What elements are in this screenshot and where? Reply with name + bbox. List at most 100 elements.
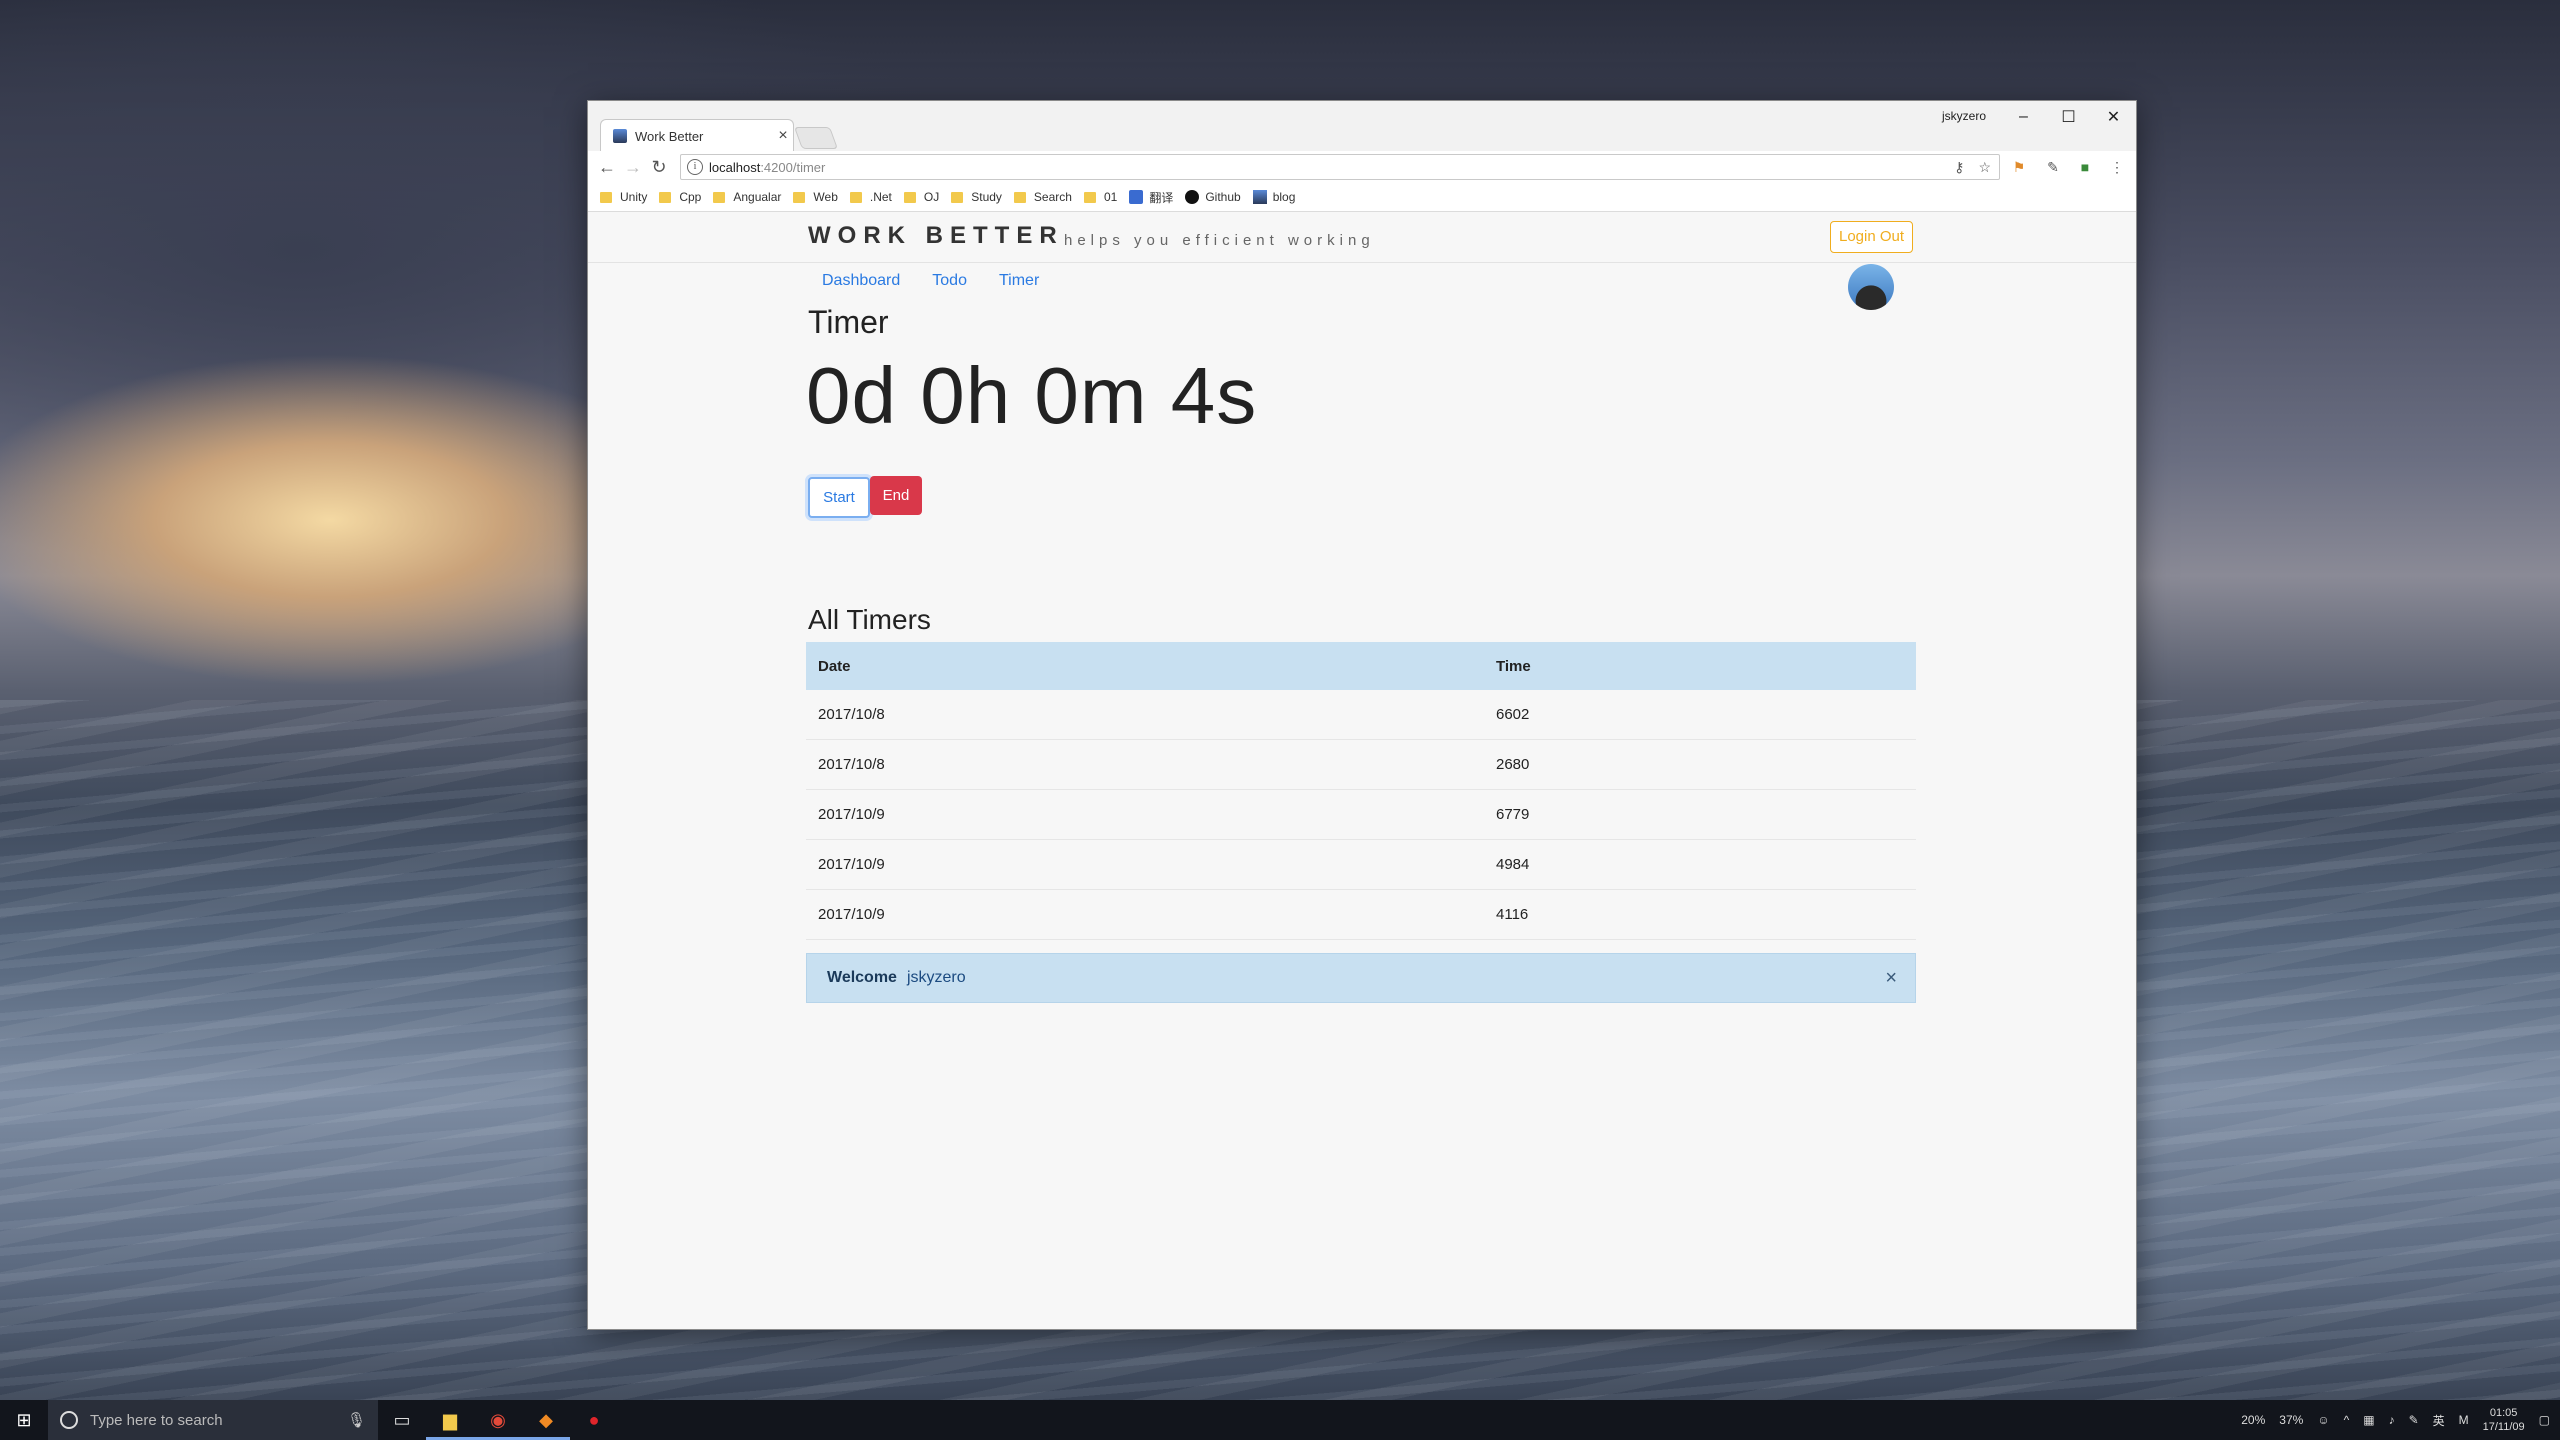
bookmark-label: Cpp	[679, 190, 702, 204]
app-header: WORK BETTER helps you efficient working …	[588, 212, 2136, 263]
people-icon[interactable]: ☺	[2317, 1413, 2329, 1427]
bookmark-search[interactable]: Search	[1013, 190, 1072, 204]
column-header-time: Time	[1496, 657, 1531, 675]
folder-icon	[1013, 191, 1026, 203]
volume-icon[interactable]: ♪	[2389, 1413, 2395, 1427]
system-clock[interactable]: 01:05 17/11/09	[2483, 1406, 2525, 1434]
bookmark-unity[interactable]: Unity	[600, 190, 647, 204]
bookmark-label: OJ	[923, 190, 940, 204]
folder-icon	[793, 191, 806, 203]
bookmark-label: Search	[1033, 190, 1072, 204]
bookmark-web[interactable]: Web	[793, 190, 838, 204]
welcome-alert: Welcome jskyzero ×	[806, 953, 1916, 1003]
avatar[interactable]	[1848, 264, 1894, 310]
ime-icon[interactable]: 英	[2433, 1412, 2445, 1429]
nav-timer[interactable]: Timer	[999, 272, 1039, 290]
bookmark-github[interactable]: Github	[1185, 190, 1241, 204]
chrome-icon[interactable]: ◉	[474, 1400, 522, 1440]
bookmark-label: Unity	[620, 190, 648, 204]
bookmark-label: Angualar	[733, 190, 782, 204]
folder-icon	[600, 191, 612, 203]
info-icon[interactable]: i	[687, 159, 703, 175]
table-header: Date Time	[806, 642, 1916, 690]
search-placeholder: Type here to search	[90, 1411, 223, 1429]
folder-icon	[903, 191, 916, 203]
table-row: 2017/10/8 6602	[806, 690, 1916, 740]
bookmark-translate[interactable]: 翻译	[1129, 189, 1173, 206]
cell-time: 4116	[1496, 906, 1529, 923]
url-path: :4200/timer	[760, 159, 826, 175]
menu-icon[interactable]: ⋮	[2108, 158, 2126, 176]
star-icon[interactable]: ☆	[1978, 159, 1991, 176]
back-icon[interactable]: ←	[594, 157, 620, 178]
start-button[interactable]: Start	[808, 477, 870, 518]
reload-icon[interactable]: ↻	[646, 157, 672, 178]
cell-date: 2017/10/9	[818, 856, 885, 873]
system-tray: 20% 37% ☺ ^ ▦ ♪ ✎ 英 M 01:05 17/11/09 ▢	[2241, 1406, 2560, 1434]
key-icon[interactable]: ⚷	[1954, 159, 1964, 176]
bookmark-study[interactable]: Study	[951, 190, 1002, 204]
browser-toolbar: ← → ↻ i localhost:4200/timer ⚷ ☆ ⚑ ✎ ■ ⋮	[588, 151, 2136, 183]
cell-date: 2017/10/8	[818, 756, 885, 773]
bookmark-label: .Net	[869, 190, 892, 204]
alert-close-icon[interactable]: ×	[1885, 967, 1897, 990]
taskbar: ⊞ Type here to search 🎙 ▭ ▆ ◉ ◆ ● 20% 37…	[0, 1400, 2560, 1440]
minimize-icon[interactable]: –	[2001, 101, 2046, 133]
tab-close-icon[interactable]: ×	[773, 127, 793, 145]
bookmark-01[interactable]: 01	[1083, 190, 1117, 204]
browser-tab[interactable]: Work Better ×	[600, 119, 794, 152]
address-bar[interactable]: i localhost:4200/timer ⚷ ☆	[680, 154, 2000, 180]
task-view-icon[interactable]: ▭	[378, 1400, 426, 1440]
forward-icon[interactable]: →	[620, 157, 646, 178]
bookmark-angualar[interactable]: Angualar	[713, 190, 781, 204]
extension-color-icon[interactable]: ■	[2076, 158, 2094, 176]
bookmark-cpp[interactable]: Cpp	[659, 190, 701, 204]
timers-table: Date Time 2017/10/8 6602 2017/10/8 2680 …	[806, 642, 1916, 940]
bookmark-blog[interactable]: blog	[1252, 190, 1295, 204]
alert-title: Welcome	[827, 969, 897, 986]
bookmark-net[interactable]: .Net	[849, 190, 892, 204]
translate-icon	[1129, 190, 1144, 204]
file-explorer-icon[interactable]: ▆	[426, 1400, 474, 1440]
maximize-icon[interactable]: ☐	[2046, 101, 2091, 133]
cell-date: 2017/10/9	[818, 906, 885, 923]
extension-eyedropper-icon[interactable]: ✎	[2044, 158, 2062, 176]
nav-dashboard[interactable]: Dashboard	[822, 272, 900, 290]
m-icon[interactable]: M	[2459, 1413, 2469, 1427]
folder-icon	[713, 191, 726, 203]
profile-name[interactable]: jskyzero	[1942, 109, 1986, 123]
bookmarks-bar: Unity Cpp Angualar Web .Net OJ Study Sea…	[588, 183, 2136, 212]
browser-window: Work Better × jskyzero – ☐ ✕ ← → ↻ i loc…	[588, 101, 2136, 1329]
table-row: 2017/10/9 4116	[806, 890, 1916, 940]
folder-icon	[1083, 191, 1096, 203]
network-icon[interactable]: ▦	[2363, 1413, 2374, 1427]
sublime-icon[interactable]: ◆	[522, 1400, 570, 1440]
windows-start-icon[interactable]: ⊞	[0, 1400, 48, 1440]
folder-icon	[951, 191, 964, 203]
new-tab-button[interactable]	[793, 127, 839, 149]
memory-usage: 37%	[2279, 1413, 2304, 1427]
url-host: localhost	[709, 159, 761, 175]
bookmark-label: Github	[1205, 190, 1241, 204]
netease-music-icon[interactable]: ●	[570, 1400, 618, 1440]
pen-icon[interactable]: ✎	[2409, 1413, 2419, 1427]
nav-todo[interactable]: Todo	[932, 272, 967, 290]
bookmark-label: Study	[971, 190, 1002, 204]
tray-chevron-icon[interactable]: ^	[2344, 1413, 2350, 1427]
bookmark-label: 翻译	[1149, 190, 1174, 205]
notification-icon[interactable]: ▢	[2539, 1413, 2550, 1427]
bookmark-oj[interactable]: OJ	[903, 190, 940, 204]
alert-username: jskyzero	[906, 969, 966, 986]
end-button[interactable]: End	[870, 476, 922, 515]
logout-button[interactable]: Login Out	[1830, 221, 1914, 253]
column-header-date: Date	[818, 657, 851, 675]
bookmark-label: Web	[813, 190, 838, 204]
cortana-icon	[60, 1411, 78, 1429]
close-icon[interactable]: ✕	[2091, 101, 2136, 133]
taskbar-search[interactable]: Type here to search 🎙	[48, 1400, 378, 1440]
brand-logo[interactable]: WORK BETTER	[808, 222, 1064, 250]
microphone-icon[interactable]: 🎙	[347, 1411, 366, 1429]
page-title: Timer	[808, 304, 889, 340]
all-timers-heading: All Timers	[808, 604, 931, 635]
extension-flag-icon[interactable]: ⚑	[2010, 158, 2028, 176]
